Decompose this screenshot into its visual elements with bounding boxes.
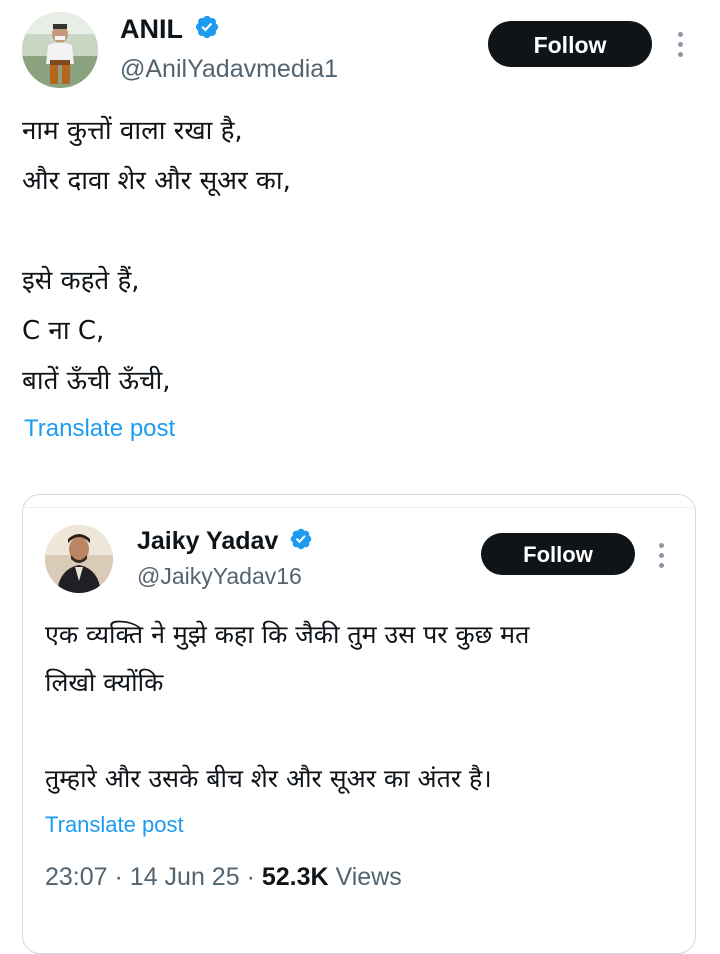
post-text-line [22, 206, 682, 256]
quoted-post-card[interactable]: Jaiky Yadav @JaikyYadav16 Follow एक व्यक… [22, 494, 696, 954]
card-inner-edge [23, 507, 695, 508]
quoted-text-line: लिखो क्योंकि [45, 668, 164, 697]
post-header: ANIL @AnilYadavmedia1 Follow [22, 12, 702, 92]
quoted-author-name-block: Jaiky Yadav @JaikyYadav16 [137, 525, 313, 591]
post-text-line: और दावा शेर और सूअर का, [22, 166, 291, 196]
person-avatar-image [45, 525, 113, 593]
person-avatar-image [22, 12, 98, 88]
more-vertical-icon[interactable] [659, 543, 665, 573]
views-count: 52.3K [261, 863, 329, 891]
quoted-text-line: एक व्यक्ति ने मुझे कहा कि जैकी तुम उस पर… [45, 620, 530, 649]
meta-separator: · [114, 863, 123, 891]
author-handle[interactable]: @AnilYadavmedia1 [120, 52, 338, 86]
verified-badge-icon[interactable] [194, 14, 220, 44]
quoted-text-line: तुम्हारे और उसके बीच शेर और सूअर का अंतर… [45, 764, 492, 793]
post-text-line: बातें ऊँची ऊँची, [22, 366, 171, 396]
quoted-follow-button[interactable]: Follow [481, 533, 635, 575]
quoted-post-header: Jaiky Yadav @JaikyYadav16 Follow [45, 525, 685, 597]
follow-button[interactable]: Follow [488, 21, 652, 67]
author-name-block: ANIL @AnilYadavmedia1 [120, 12, 338, 86]
post-text: नाम कुत्तों वाला रखा है, और दावा शेर और … [22, 106, 682, 406]
post-text-line: C ना C, [22, 316, 105, 346]
quoted-text-line [45, 707, 685, 755]
quoted-author-display-name[interactable]: Jaiky Yadav [137, 525, 278, 557]
translate-post-link[interactable]: Translate post [24, 414, 175, 444]
meta-separator: · [246, 863, 255, 891]
post-text-line: नाम कुत्तों वाला रखा है, [22, 116, 243, 146]
post-time[interactable]: 23:07 [45, 863, 108, 891]
quoted-post-text: एक व्यक्ति ने मुझे कहा कि जैकी तुम उस पर… [45, 611, 685, 803]
quoted-author-avatar[interactable] [45, 525, 113, 593]
quoted-translate-post-link[interactable]: Translate post [45, 811, 184, 839]
author-display-name[interactable]: ANIL [120, 12, 183, 46]
post-meta: 23:07 · 14 Jun 25 · 52.3K Views [45, 861, 402, 893]
views-label: Views [335, 863, 402, 891]
author-avatar[interactable] [22, 12, 98, 88]
more-vertical-icon[interactable] [678, 32, 684, 62]
post-date[interactable]: 14 Jun 25 [130, 863, 240, 891]
post-text-line: इसे कहते हैं, [22, 266, 140, 296]
verified-badge-icon[interactable] [289, 527, 313, 555]
quoted-author-handle[interactable]: @JaikyYadav16 [137, 561, 313, 591]
